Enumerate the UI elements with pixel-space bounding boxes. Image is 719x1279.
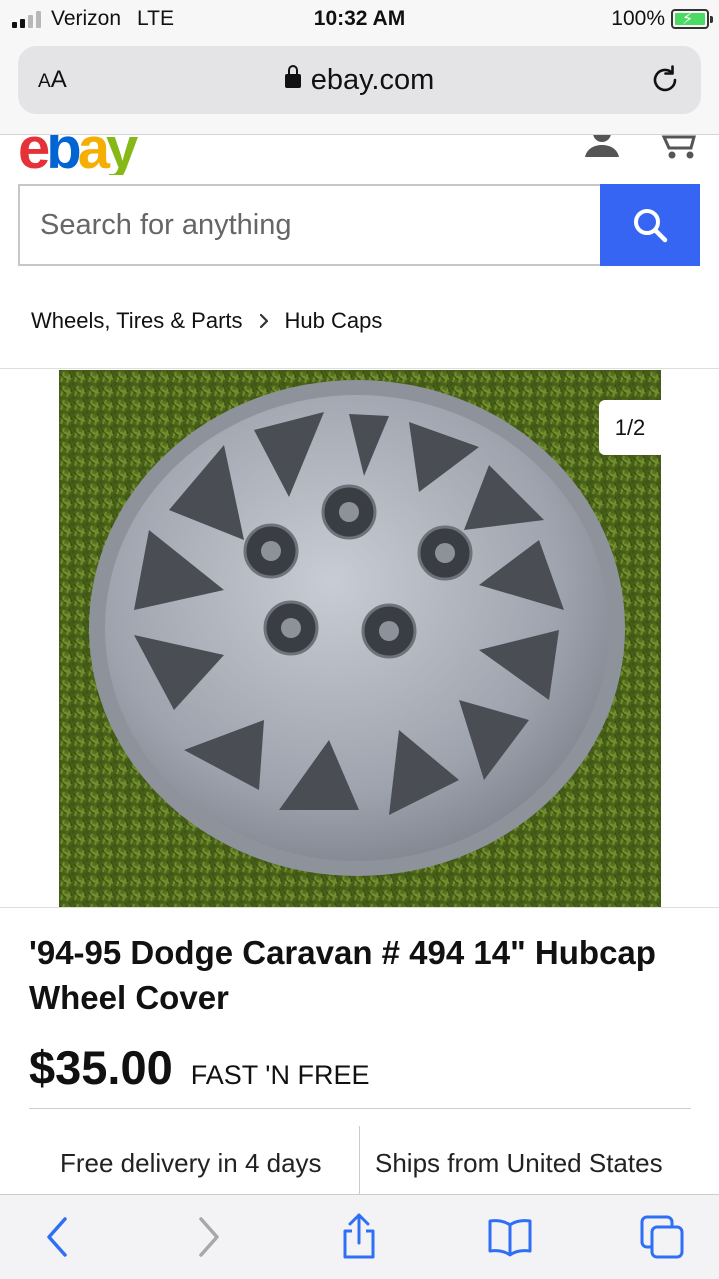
divider [0, 907, 719, 908]
address-bar[interactable]: AAAA ebay.com [18, 46, 701, 114]
product-image[interactable] [59, 370, 661, 907]
listing-price: $35.00 [29, 1041, 173, 1094]
battery-status: 100% ⚡ [611, 7, 713, 31]
tabs-icon[interactable] [638, 1213, 686, 1261]
logo-letter: a [77, 135, 110, 175]
logo-letter: e [18, 135, 50, 175]
search-bar [18, 184, 700, 266]
image-counter: 1/2 [599, 400, 661, 455]
reload-icon[interactable] [647, 62, 683, 98]
divider [359, 1126, 360, 1194]
lock-icon [284, 65, 301, 88]
breadcrumb: Wheels, Tires & Parts Hub Caps [31, 308, 382, 334]
breadcrumb-link-wheels[interactable]: Wheels, Tires & Parts [31, 308, 243, 334]
status-bar: Verizon LTE 10:32 AM 100% ⚡ [0, 0, 719, 40]
listing-title: '94-95 Dodge Caravan # 494 14" Hubcap Wh… [29, 934, 656, 1016]
chevron-right-icon [259, 313, 268, 329]
ebay-logo[interactable]: ebay [18, 135, 138, 175]
browser-toolbar [0, 1194, 719, 1279]
shipping-badge: FAST 'N FREE [190, 1060, 370, 1090]
browser-chrome: AAAA ebay.com [0, 40, 719, 135]
forward-icon[interactable] [183, 1213, 231, 1261]
search-button[interactable] [600, 184, 700, 266]
site-header: ebay [0, 135, 719, 175]
divider [0, 368, 719, 369]
bookmarks-icon[interactable] [486, 1213, 534, 1261]
price-line: $35.00 FAST 'N FREE [29, 1040, 369, 1095]
url-display[interactable]: ebay.com [18, 64, 701, 97]
battery-percent: 100% [611, 7, 665, 30]
breadcrumb-link-hubcaps[interactable]: Hub Caps [285, 308, 383, 334]
cart-icon[interactable] [660, 135, 702, 161]
divider [29, 1108, 691, 1109]
delivery-info: Free delivery in 4 days [60, 1148, 322, 1178]
hubcap-photo [59, 370, 661, 907]
battery-charging-icon: ⚡ [671, 9, 713, 29]
share-icon[interactable] [335, 1213, 383, 1261]
logo-letter: y [105, 135, 138, 175]
url-text: ebay.com [310, 64, 435, 96]
ships-from-info: Ships from United States [375, 1148, 663, 1178]
back-icon[interactable] [35, 1213, 83, 1261]
search-input[interactable] [18, 184, 600, 266]
search-icon [634, 209, 668, 243]
account-icon[interactable] [582, 135, 622, 159]
logo-letter: b [46, 135, 81, 175]
